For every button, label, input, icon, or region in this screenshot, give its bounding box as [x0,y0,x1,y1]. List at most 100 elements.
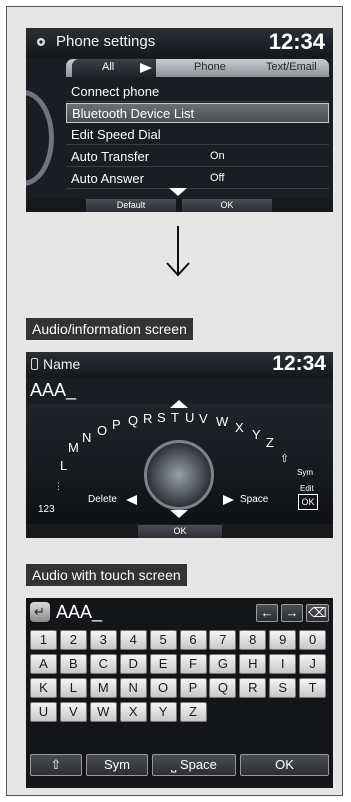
keyboard-key[interactable]: O [149,678,177,698]
back-button[interactable]: ↵ [30,602,50,622]
keyboard-key[interactable]: G [209,654,237,674]
keyboard-key[interactable]: U [30,702,57,722]
keyboard-key[interactable]: J [299,654,327,674]
section-label: Audio with touch screen [26,564,187,586]
char-key[interactable]: U [185,410,194,425]
keyboard-key[interactable]: A [30,654,57,674]
delete-label[interactable]: Delete [88,494,117,505]
space-label[interactable]: Space [240,494,268,505]
sym-button[interactable]: Sym [86,754,148,776]
delete-arrow-icon[interactable] [126,495,137,505]
keyboard-key[interactable]: 0 [299,630,327,650]
title-bar: Phone settings 12:34 [26,28,333,58]
char-key[interactable]: T [171,410,179,425]
name-entry-screen: Name 12:34 AAA_ L M N O P Q R S T U V W … [26,352,333,538]
keyboard-key[interactable]: 4 [119,630,147,650]
keyboard-key[interactable]: Z [179,702,207,722]
keyboard-key[interactable]: V [59,702,87,722]
list-item[interactable]: Auto Answer Off [66,169,329,189]
shift-button[interactable]: ⇧ [30,754,82,776]
interface-dial-knob[interactable] [144,440,214,510]
keyboard-key[interactable]: E [149,654,177,674]
char-key[interactable]: O [97,423,107,438]
char-key[interactable]: S [157,410,166,425]
keyboard-key[interactable]: R [239,678,267,698]
keyboard-key[interactable]: D [119,654,147,674]
ok-button[interactable]: OK [298,494,318,510]
scroll-dots: ⋮ [54,481,63,491]
char-key[interactable]: R [143,411,152,426]
tab-bar: All Phone Text/Email [66,59,329,77]
list-item-value: Off [210,172,225,184]
keyboard-key[interactable]: Q [209,678,237,698]
space-arrow-icon[interactable] [223,495,234,505]
tab-label: All [102,61,115,73]
section-label: Audio/information screen [26,318,193,340]
ok-button[interactable]: OK [182,199,272,212]
keyboard-key[interactable]: 8 [239,630,267,650]
keyboard-key[interactable]: M [89,678,117,698]
list-item-value: On [210,150,225,162]
char-key[interactable]: X [235,420,244,435]
keyboard-key[interactable]: W [89,702,117,722]
tab-text-email[interactable]: Text/Email [266,61,317,73]
keyboard-key[interactable]: N [119,678,147,698]
list-item-selected[interactable]: Bluetooth Device List [66,103,329,123]
cursor-right-button[interactable]: → [281,604,303,622]
touch-keyboard-screen: ↵ AAA_ ← → ⌫ 1234567890 ABCDEFGHIJ KLMNOPQ… [26,598,333,788]
keyboard-key[interactable]: 1 [30,630,57,650]
keyboard-key[interactable]: 6 [179,630,207,650]
keyboard-key[interactable]: 9 [269,630,297,650]
keyboard-key[interactable]: B [59,654,87,674]
phone-settings-screen: Phone settings 12:34 All Phone Text/Emai… [26,28,333,212]
keyboard-key[interactable]: K [30,678,57,698]
char-key[interactable]: L [60,458,67,473]
keyboard-key[interactable]: 7 [209,630,237,650]
scroll-down-icon[interactable] [170,510,188,518]
down-arrow-icon [166,226,190,277]
ok-bottom-button[interactable]: OK [138,525,222,538]
cursor-left-button[interactable]: ← [256,604,278,622]
space-button[interactable]: ⎵ Space [152,754,236,776]
space-icon: ⎵ [171,757,180,772]
default-button[interactable]: Default [86,199,176,212]
keyboard-key[interactable]: H [239,654,267,674]
keyboard-key[interactable]: T [299,678,327,698]
char-key[interactable]: Y [252,427,261,442]
back-icon: ↵ [34,604,45,619]
tab-phone[interactable]: Phone [194,61,226,73]
list-item-label: Bluetooth Device List [72,106,195,121]
char-key[interactable]: V [199,411,208,426]
keyboard-key[interactable]: 3 [89,630,117,650]
ok-button[interactable]: OK [240,754,329,776]
char-key[interactable]: Z [266,435,274,450]
keyboard-key[interactable]: C [89,654,117,674]
keyboard-key[interactable]: Y [149,702,177,722]
char-key[interactable]: N [82,430,91,445]
keyboard-key[interactable]: S [269,678,297,698]
keyboard-key[interactable]: F [179,654,207,674]
numbers-toggle[interactable]: 123 [38,504,55,515]
char-key[interactable]: W [216,414,229,429]
sym-label[interactable]: Sym [297,468,313,477]
backspace-button[interactable]: ⌫ [306,604,329,622]
clock: 12:34 [268,29,325,54]
char-key[interactable]: M [68,440,79,455]
keyboard-key[interactable]: L [59,678,87,698]
phone-icon [31,358,38,370]
keyboard-key[interactable]: 5 [149,630,177,650]
list-item-label: Auto Answer [71,171,144,186]
edit-label[interactable]: Edit [300,484,314,493]
char-key[interactable]: P [112,417,121,432]
list-item[interactable]: Auto Transfer On [66,147,329,167]
scroll-down-icon[interactable] [169,188,187,196]
keyboard-key[interactable]: P [179,678,207,698]
space-label: Space [179,757,217,772]
list-item[interactable]: Connect phone [66,82,329,102]
char-key[interactable]: Q [128,413,138,428]
keyboard-key[interactable]: X [119,702,147,722]
list-item[interactable]: Edit Speed Dial [66,125,329,145]
shift-icon[interactable]: ⇧ [280,453,289,465]
keyboard-key[interactable]: I [269,654,297,674]
keyboard-key[interactable]: 2 [59,630,87,650]
